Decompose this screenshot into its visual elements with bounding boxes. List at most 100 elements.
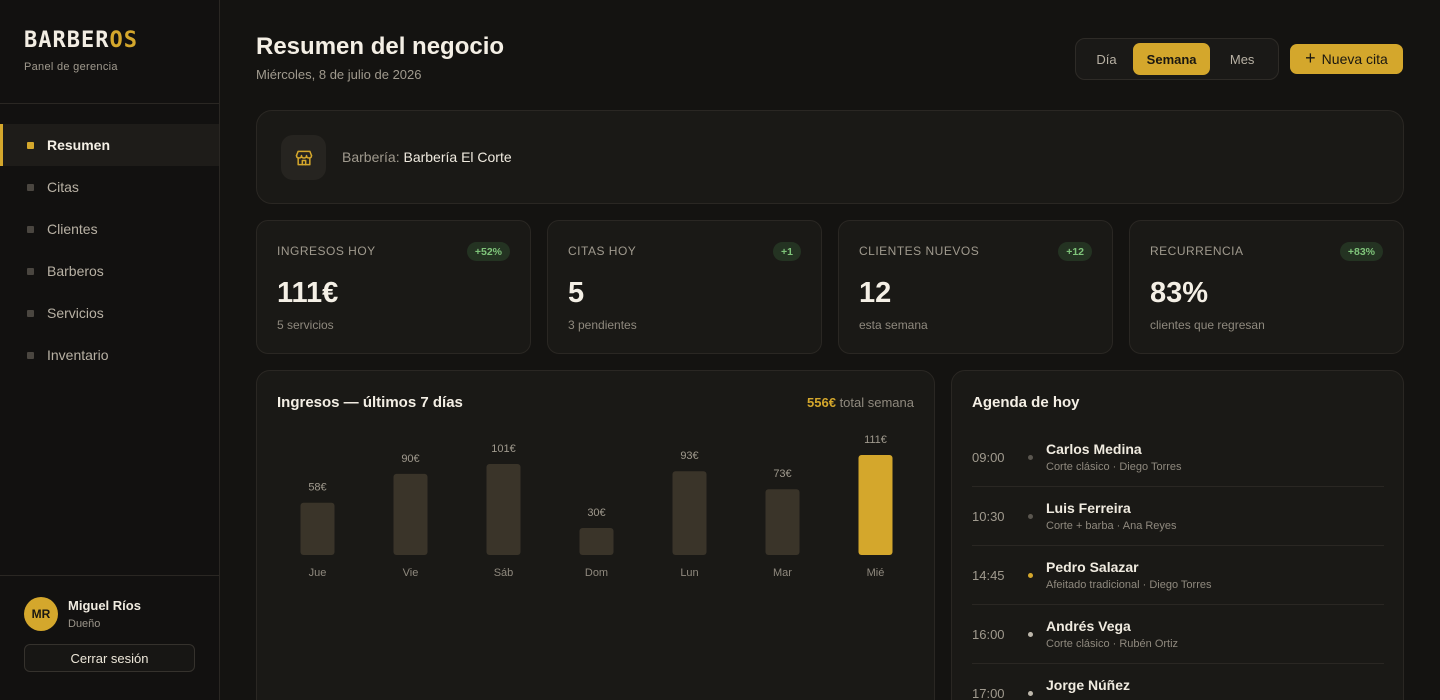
chart-bar-Lun: [672, 471, 707, 555]
sidebar-item-label: Resumen: [47, 137, 111, 153]
kpi-label: RECURRENCIA: [1150, 244, 1244, 258]
chart-bar-Vie: [393, 473, 428, 555]
sidebar-item-inventario[interactable]: Inventario: [0, 334, 219, 376]
agenda-client-name: Carlos Medina: [1046, 441, 1142, 457]
sidebar-item-barberos[interactable]: Barberos: [0, 250, 219, 292]
chart-bar-Dom: [579, 527, 614, 555]
nav-dot-icon: [27, 225, 34, 233]
chart-data-label: 101€: [491, 443, 515, 455]
chart-tick-label: Dom: [585, 567, 608, 579]
chart-bar-Sáb: [486, 464, 521, 555]
chart-tick-label: Jue: [309, 567, 327, 579]
agenda-title: Agenda de hoy: [972, 394, 1080, 411]
brand-logo: BARBEROS: [24, 28, 138, 53]
chart-tick-label: Vie: [403, 567, 419, 579]
shop-label: Barbería:: [342, 149, 400, 165]
agenda-item[interactable]: 14:45 Pedro Salazar Afeitado tradicional…: [972, 546, 1384, 605]
new-appointment-label: Nueva cita: [1321, 51, 1388, 67]
store-icon: [281, 135, 326, 180]
agenda-service: Corte clásico · Rubén Ortiz: [1046, 638, 1179, 650]
brand-logo-accent: OS: [109, 28, 138, 53]
logout-button[interactable]: Cerrar sesión: [24, 644, 195, 672]
plus-icon: +: [1305, 48, 1316, 68]
chart-data-label: 90€: [401, 453, 419, 465]
revenue-chart-card: Ingresos — últimos 7 días 556€ total sem…: [256, 370, 935, 700]
agenda-time: 10:30: [972, 509, 1005, 524]
nav-dot-icon: [27, 183, 34, 191]
kpi-badge: +12: [1058, 242, 1092, 261]
agenda-service: Afeitado tradicional · Diego Torres: [1046, 579, 1212, 591]
agenda-time: 16:00: [972, 627, 1005, 642]
brand-subtitle: Panel de gerencia: [24, 61, 118, 73]
kpi-card-recurrencia: RECURRENCIA +83% 83% clientes que regres…: [1129, 220, 1404, 354]
agenda-client-name: Andrés Vega: [1046, 618, 1131, 634]
chart-tick-label: Mar: [773, 567, 792, 579]
kpi-label: INGRESOS HOY: [277, 244, 376, 258]
kpi-label: CLIENTES NUEVOS: [859, 244, 980, 258]
status-dot-icon: [1028, 632, 1033, 637]
sidebar-item-label: Inventario: [47, 347, 109, 363]
sidebar-item-label: Clientes: [47, 221, 98, 237]
agenda-item[interactable]: 10:30 Luis Ferreira Corte + barba · Ana …: [972, 487, 1384, 546]
shop-card: Barbería: Barbería El Corte: [256, 110, 1404, 204]
agenda-list: 09:00 Carlos Medina Corte clásico · Dieg…: [972, 428, 1384, 700]
chart-tick-label: Lun: [680, 567, 698, 579]
agenda-time: 09:00: [972, 450, 1005, 465]
agenda-item[interactable]: 16:00 Andrés Vega Corte clásico · Rubén …: [972, 605, 1384, 664]
chart-data-label: 58€: [308, 482, 326, 494]
user-info: Miguel Ríos Dueño: [68, 598, 141, 630]
period-week-button[interactable]: Semana: [1132, 43, 1211, 75]
sidebar-bottom-divider: [0, 575, 219, 576]
chart-bar-Mar: [765, 489, 800, 555]
nav-dot-icon: [27, 351, 34, 359]
agenda-item[interactable]: 17:00 Jorge Núñez: [972, 664, 1384, 700]
sidebar-item-servicios[interactable]: Servicios: [0, 292, 219, 334]
sidebar-item-clientes[interactable]: Clientes: [0, 208, 219, 250]
agenda-item[interactable]: 09:00 Carlos Medina Corte clásico · Dieg…: [972, 428, 1384, 487]
kpi-value: 111€: [277, 277, 339, 309]
agenda-time: 17:00: [972, 686, 1005, 700]
user-role: Dueño: [68, 618, 101, 630]
chart-data-label: 73€: [773, 468, 791, 480]
kpi-sub: clientes que regresan: [1150, 318, 1265, 332]
page-title: Resumen del negocio: [256, 33, 505, 60]
kpi-value: 83%: [1150, 277, 1209, 309]
chart-bar-Jue: [300, 502, 335, 555]
chart-data-label: 111€: [864, 434, 887, 446]
sidebar-nav: Resumen Citas Clientes Barberos Servicio…: [0, 124, 219, 376]
kpi-value: 12: [859, 277, 892, 309]
shop-text: Barbería: Barbería El Corte: [342, 149, 512, 165]
chart-bar-Mié: [858, 455, 893, 555]
kpi-value: 5: [568, 277, 585, 309]
period-month-button[interactable]: Mes: [1210, 43, 1274, 75]
kpi-card-ingresos: INGRESOS HOY +52% 111€ 5 servicios: [256, 220, 531, 354]
status-dot-icon: [1028, 455, 1033, 460]
agenda-client-name: Jorge Núñez: [1046, 677, 1131, 693]
shop-name: Barbería El Corte: [403, 149, 512, 165]
user-profile: MR Miguel Ríos Dueño: [24, 597, 141, 631]
avatar: MR: [24, 597, 58, 631]
chart-data-label: 30€: [587, 507, 605, 519]
sidebar: BARBEROS Panel de gerencia Resumen Citas…: [0, 0, 220, 700]
chart-tick-label: Mié: [867, 567, 885, 579]
new-appointment-button[interactable]: + Nueva cita: [1290, 44, 1403, 74]
sidebar-item-citas[interactable]: Citas: [0, 166, 219, 208]
sidebar-item-label: Citas: [47, 179, 79, 195]
agenda-service: Corte clásico · Diego Torres: [1046, 461, 1182, 473]
page-date: Miércoles, 8 de julio de 2026: [256, 67, 422, 82]
period-selector: Día Semana Mes: [1075, 38, 1279, 80]
brand-logo-main: BARBER: [24, 28, 110, 53]
kpi-card-clientes-nuevos: CLIENTES NUEVOS +12 12 esta semana: [838, 220, 1113, 354]
agenda-client-name: Luis Ferreira: [1046, 500, 1131, 516]
kpi-card-citas: CITAS HOY +1 5 3 pendientes: [547, 220, 822, 354]
sidebar-item-label: Servicios: [47, 305, 104, 321]
agenda-service: Corte + barba · Ana Reyes: [1046, 520, 1177, 532]
nav-dot-icon: [27, 141, 34, 149]
agenda-client-name: Pedro Salazar: [1046, 559, 1139, 575]
sidebar-item-resumen[interactable]: Resumen: [0, 124, 219, 166]
chart-data-label: 93€: [680, 450, 698, 462]
period-day-button[interactable]: Día: [1080, 43, 1133, 75]
chart-tick-label: Sáb: [494, 567, 514, 579]
kpi-sub: 5 servicios: [277, 318, 334, 332]
kpi-label: CITAS HOY: [568, 244, 637, 258]
